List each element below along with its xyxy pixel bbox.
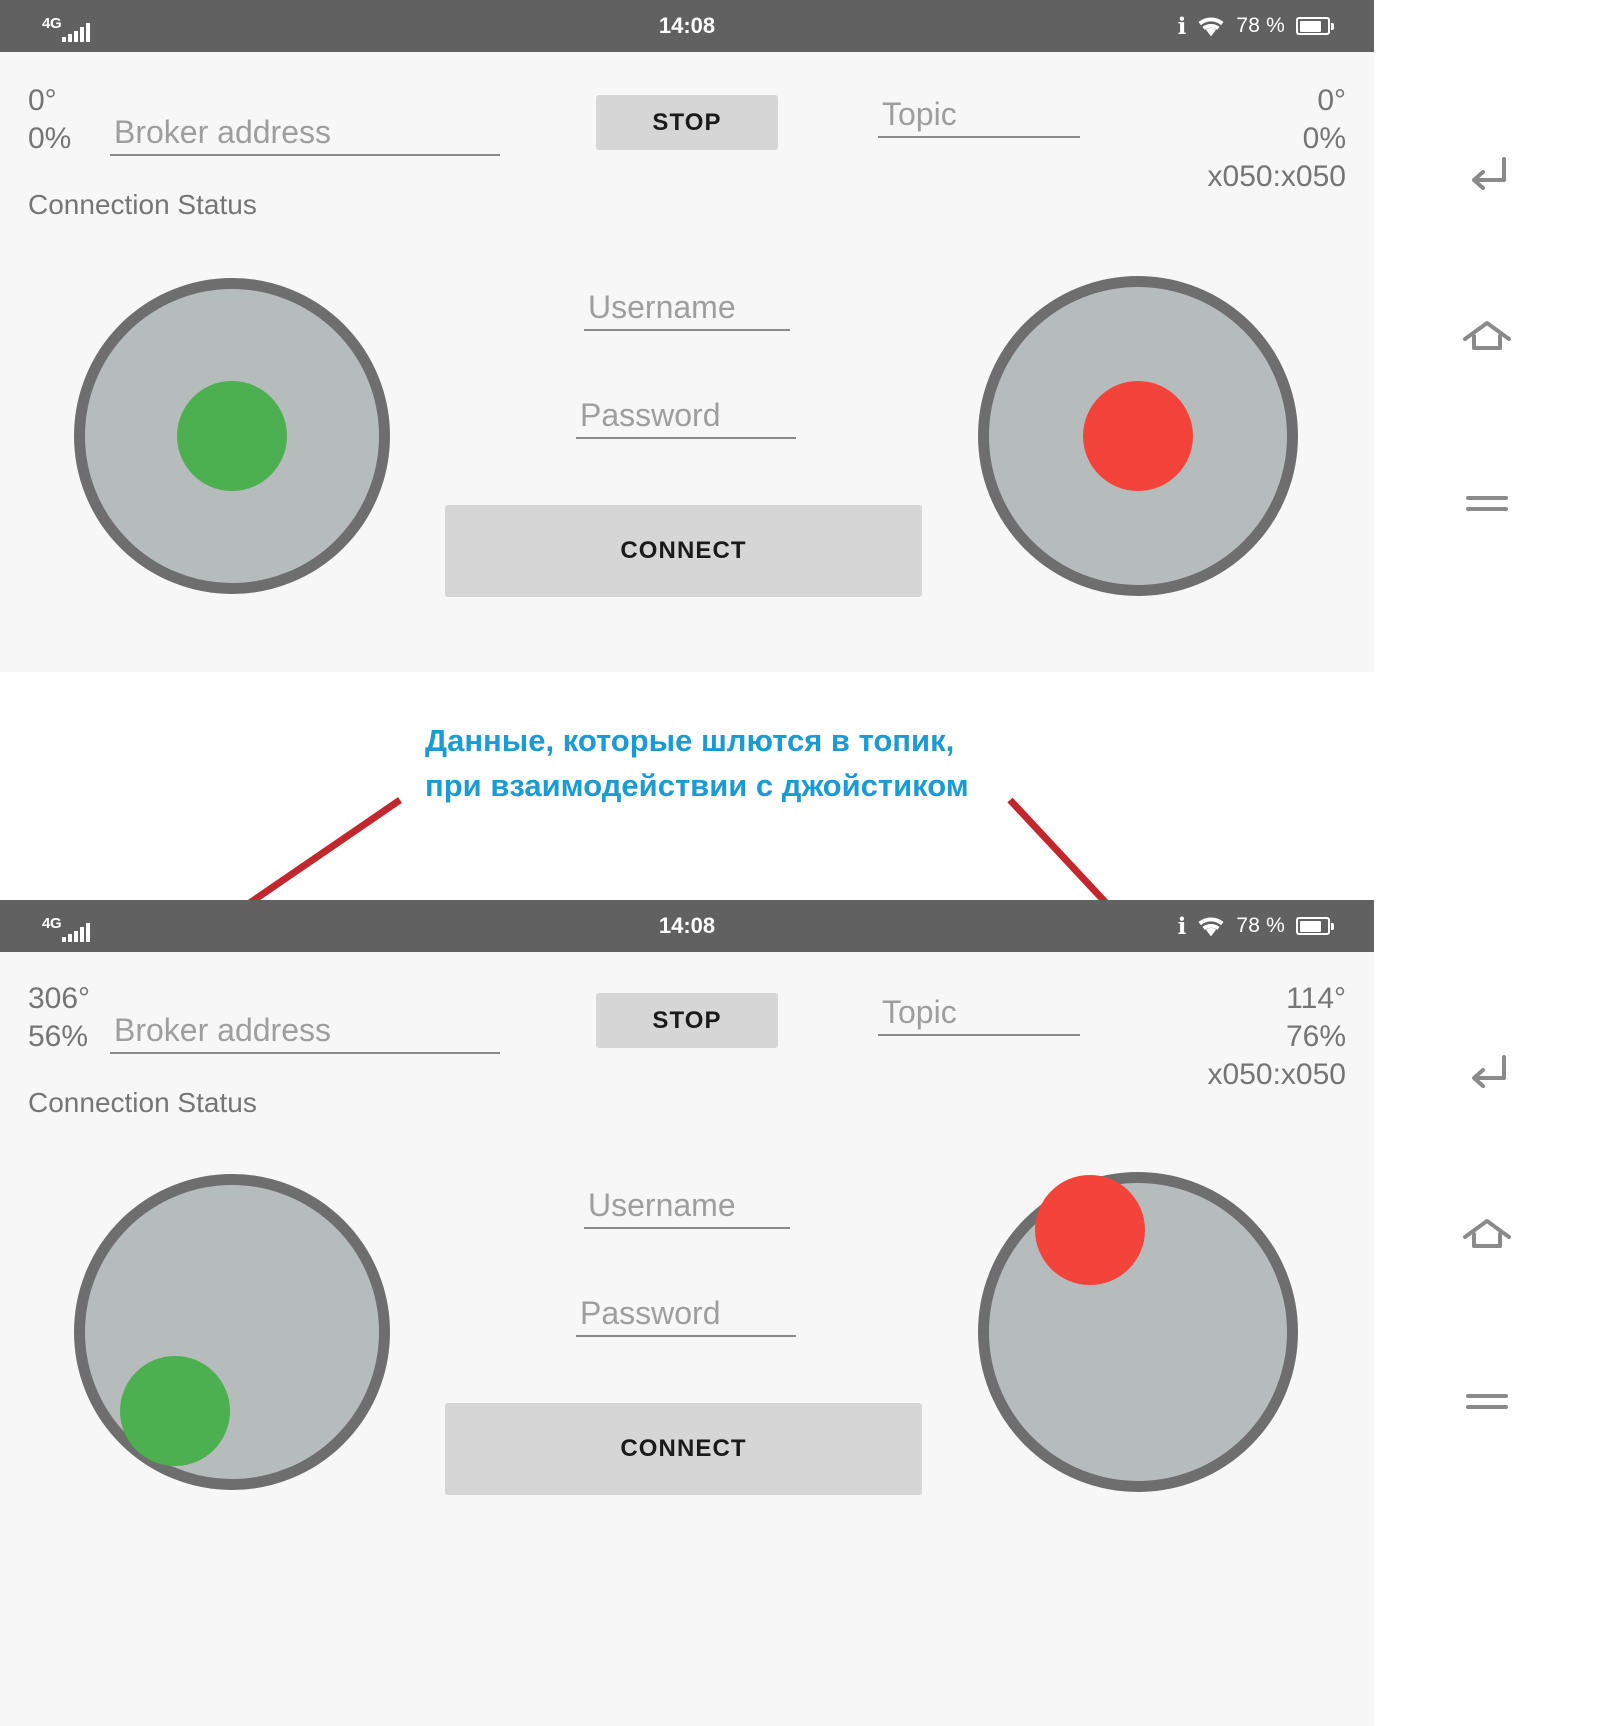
left-power-value: 0%: [28, 122, 72, 155]
status-bar-clock: 14:08: [658, 13, 716, 38]
password-placeholder-2: Password: [580, 1295, 721, 1331]
annotation-line-1: Данные, которые шлются в топик,: [425, 723, 955, 758]
username-input[interactable]: Username: [584, 285, 790, 331]
back-arrow-icon: [1472, 157, 1506, 190]
left-angle-value: 0°: [28, 84, 57, 117]
right-coords-value: x050:x050: [1207, 160, 1346, 193]
left-joystick-2[interactable]: [74, 1174, 390, 1490]
username-placeholder: Username: [588, 289, 736, 325]
right-angle-value-2: 114°: [1286, 982, 1346, 1015]
right-joystick[interactable]: [978, 276, 1298, 596]
connection-status-label: Connection Status: [28, 189, 257, 220]
left-joystick-knob[interactable]: [177, 381, 287, 491]
wifi-icon-2: [1198, 917, 1224, 937]
phone-screen-bottom: 4G 14:08 ℹ 78 % 306° 56% 114° 76% x050:x…: [0, 900, 1374, 1726]
broker-address-placeholder-2: Broker address: [114, 1012, 331, 1048]
left-power-value-2: 56%: [28, 1020, 89, 1053]
battery-icon: [1296, 17, 1334, 35]
right-coords-value-2: x050:x050: [1207, 1058, 1346, 1091]
password-input-2[interactable]: Password: [576, 1291, 796, 1337]
recents-menu-icon-2: [1466, 1394, 1508, 1409]
status-bar-top: 4G 14:08 ℹ 78 %: [0, 0, 1374, 52]
status-bar-bottom: 4G 14:08 ℹ 78 %: [0, 900, 1374, 952]
battery-icon-2: [1296, 917, 1334, 935]
phone-screen-top: 4G 14:08 ℹ 78 % 0° 0% 0° 0% x050:x050 Br…: [0, 0, 1374, 672]
screenshot-page: 4G 14:08 ℹ 78 % 0° 0% 0° 0% x050:x050 Br…: [0, 0, 1600, 1726]
topic-input-2[interactable]: Topic: [878, 990, 1080, 1036]
battery-percent-label: 78 %: [1236, 14, 1285, 37]
left-joystick-readout-top: 0° 0%: [28, 82, 71, 158]
connect-button-2[interactable]: CONNECT: [445, 1403, 922, 1495]
nfc-icon-2: ℹ: [1177, 912, 1187, 939]
back-arrow-icon-2: [1472, 1055, 1506, 1088]
battery-percent-label-2: 78 %: [1236, 914, 1285, 937]
connection-status-label-2: Connection Status: [28, 1087, 257, 1118]
right-joystick-knob-2[interactable]: [1035, 1174, 1145, 1285]
home-button[interactable]: [1452, 302, 1522, 372]
status-bar-indicators-2: ℹ 78 %: [1177, 900, 1334, 952]
wifi-icon: [1198, 17, 1224, 37]
android-nav-bar-bottom: [1374, 900, 1600, 1726]
left-joystick[interactable]: [74, 278, 390, 594]
username-input-2[interactable]: Username: [584, 1183, 790, 1229]
topic-placeholder-2: Topic: [882, 994, 957, 1030]
back-button-2[interactable]: [1452, 1036, 1522, 1106]
password-input[interactable]: Password: [576, 393, 796, 439]
right-joystick-knob[interactable]: [1083, 381, 1193, 491]
topic-input[interactable]: Topic: [878, 92, 1080, 138]
right-joystick-readout-bottom: 114° 76% x050:x050: [1208, 980, 1346, 1094]
recents-button[interactable]: [1452, 468, 1522, 538]
username-placeholder-2: Username: [588, 1187, 736, 1223]
broker-address-input[interactable]: Broker address: [110, 110, 500, 156]
right-power-value: 0%: [1302, 122, 1346, 155]
home-icon: [1463, 321, 1511, 350]
nfc-icon: ℹ: [1177, 12, 1187, 39]
left-joystick-knob-2[interactable]: [120, 1356, 231, 1466]
password-placeholder: Password: [580, 397, 721, 433]
broker-address-input-2[interactable]: Broker address: [110, 1008, 500, 1054]
recents-button-2[interactable]: [1452, 1366, 1522, 1436]
left-angle-value-2: 306°: [28, 982, 91, 1015]
status-bar-indicators: ℹ 78 %: [1177, 0, 1334, 52]
home-icon-2: [1463, 1219, 1511, 1248]
right-power-value-2: 76%: [1285, 1020, 1346, 1053]
android-nav-bar-top: [1374, 0, 1600, 672]
connect-button[interactable]: CONNECT: [445, 505, 922, 597]
stop-button-2[interactable]: STOP: [596, 993, 778, 1048]
status-bar-clock-2: 14:08: [658, 913, 716, 938]
right-joystick-2[interactable]: [978, 1172, 1298, 1492]
broker-address-placeholder: Broker address: [114, 114, 331, 150]
home-button-2[interactable]: [1452, 1200, 1522, 1270]
right-angle-value: 0°: [1317, 84, 1346, 117]
back-button[interactable]: [1452, 138, 1522, 208]
annotation-line-2: при взаимодействии с джойстиком: [425, 768, 969, 803]
left-joystick-readout-bottom: 306° 56%: [28, 980, 90, 1056]
right-joystick-readout-top: 0° 0% x050:x050: [1208, 82, 1346, 196]
recents-menu-icon: [1466, 496, 1508, 511]
stop-button[interactable]: STOP: [596, 95, 778, 150]
topic-placeholder: Topic: [882, 96, 957, 132]
